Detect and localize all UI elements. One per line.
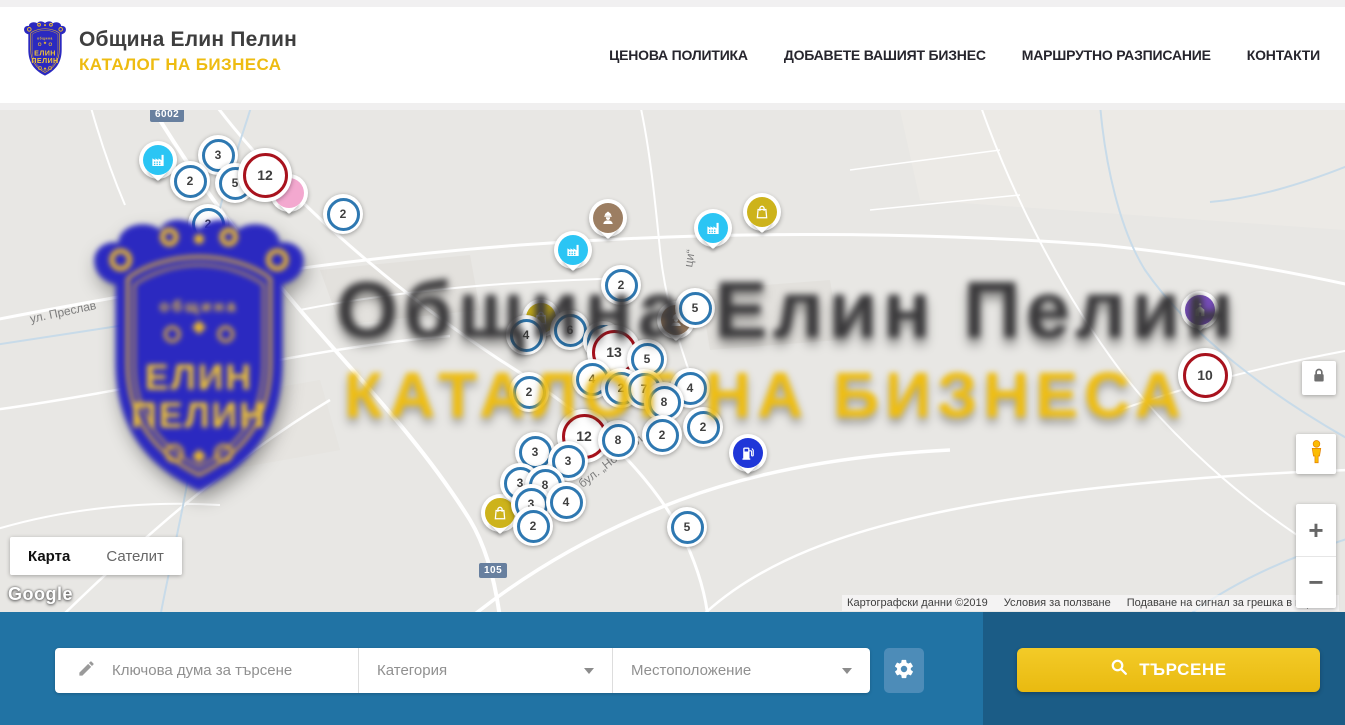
- map-cluster-marker[interactable]: 2: [170, 161, 210, 201]
- road-number-shield: 105: [479, 563, 507, 578]
- map-cluster-marker[interactable]: 2: [683, 407, 723, 447]
- category-select[interactable]: Категория: [358, 648, 612, 693]
- search-bar: Категория Местоположение ТЪРСЕНЕ: [0, 612, 1345, 725]
- municipality-crest-icon: община ЕЛИН ПЕЛИН: [22, 20, 68, 83]
- svg-text:ПЕЛИН: ПЕЛИН: [31, 57, 58, 65]
- map-cluster-marker[interactable]: 2: [323, 194, 363, 234]
- site-logo[interactable]: община ЕЛИН ПЕЛИН Община Елин Пелин КАТА…: [22, 20, 297, 83]
- map-view-button[interactable]: Карта: [10, 537, 88, 575]
- chevron-down-icon: [842, 668, 852, 674]
- map-cluster-marker[interactable]: 2: [509, 372, 549, 412]
- map-cluster-marker[interactable]: 10: [1178, 348, 1232, 402]
- advanced-search-button[interactable]: [884, 648, 924, 693]
- map-pin-bag[interactable]: [743, 193, 781, 231]
- map-pin-fuel[interactable]: [729, 434, 767, 472]
- keyword-search-input[interactable]: [110, 661, 324, 680]
- street-label: ци“: [681, 248, 698, 268]
- road-number-shield: 6002: [150, 110, 184, 122]
- satellite-view-button[interactable]: Сателит: [88, 537, 182, 575]
- search-button-label: ТЪРСЕНЕ: [1139, 660, 1227, 680]
- nav-item-route-schedule[interactable]: МАРШРУТНО РАЗПИСАНИЕ: [1022, 47, 1211, 63]
- svg-text:община: община: [37, 37, 53, 41]
- zoom-in-button[interactable]: +: [1296, 504, 1336, 556]
- category-select-label: Категория: [377, 662, 447, 679]
- main-nav: ЦЕНОВА ПОЛИТИКА ДОБАВЕТЕ ВАШИЯТ БИЗНЕС М…: [609, 7, 1320, 103]
- pegman-icon: [1303, 438, 1330, 470]
- pegman-button[interactable]: [1296, 434, 1336, 474]
- map-cluster-marker[interactable]: 2: [513, 506, 553, 546]
- map-attribution: Картографски данни ©2019 Условия за полз…: [842, 595, 1339, 611]
- map-pin-factory[interactable]: [694, 209, 732, 247]
- map-cluster-marker[interactable]: 2: [188, 204, 228, 244]
- map-pin-factory[interactable]: [554, 231, 592, 269]
- pencil-icon: [77, 659, 96, 683]
- site-title: Община Елин Пелин: [79, 28, 297, 52]
- svg-text:ЕЛИН: ЕЛИН: [34, 49, 56, 57]
- map-cluster-marker[interactable]: 4: [506, 315, 546, 355]
- map-cluster-marker[interactable]: 4: [546, 482, 586, 522]
- map-pin-worker[interactable]: [589, 199, 627, 237]
- map-pin-church[interactable]: [1181, 291, 1219, 329]
- map-cluster-marker[interactable]: 8: [598, 420, 638, 460]
- page-top-strip: [0, 0, 1345, 7]
- site-subtitle: КАТАЛОГ НА БИЗНЕСА: [79, 55, 297, 75]
- nav-item-pricing[interactable]: ЦЕНОВА ПОЛИТИКА: [609, 47, 748, 63]
- search-button[interactable]: ТЪРСЕНЕ: [1017, 648, 1320, 692]
- attribution-copyright: Картографски данни ©2019: [847, 597, 988, 609]
- chevron-down-icon: [584, 668, 594, 674]
- map-cluster-marker[interactable]: 12: [238, 148, 292, 202]
- lock-button[interactable]: [1302, 361, 1336, 395]
- zoom-control: + −: [1296, 504, 1336, 608]
- lock-icon: [1309, 366, 1329, 391]
- search-fields-group: Категория Местоположение: [55, 648, 870, 693]
- zoom-out-button[interactable]: −: [1296, 556, 1336, 608]
- location-select[interactable]: Местоположение: [612, 648, 870, 693]
- header: община ЕЛИН ПЕЛИН Община Елин Пелин КАТА…: [0, 7, 1345, 103]
- map-cluster-marker[interactable]: 5: [667, 507, 707, 547]
- attribution-terms-link[interactable]: Условия за ползване: [1004, 597, 1111, 609]
- map-cluster-marker[interactable]: 2: [601, 265, 641, 305]
- location-select-label: Местоположение: [631, 662, 751, 679]
- map-cluster-marker[interactable]: 5: [675, 288, 715, 328]
- nav-item-contacts[interactable]: КОНТАКТИ: [1247, 47, 1320, 63]
- nav-item-add-business[interactable]: ДОБАВЕТЕ ВАШИЯТ БИЗНЕС: [784, 47, 986, 63]
- header-divider: [0, 103, 1345, 110]
- gear-icon: [893, 658, 915, 683]
- google-logo[interactable]: Google: [8, 584, 73, 605]
- map-type-control: Карта Сателит: [10, 537, 182, 575]
- keyword-field-wrap: [55, 648, 358, 693]
- search-icon: [1110, 658, 1129, 682]
- map-cluster-marker[interactable]: 2: [642, 415, 682, 455]
- map[interactable]: 325122225647135427428212823338342510ул. …: [0, 110, 1345, 612]
